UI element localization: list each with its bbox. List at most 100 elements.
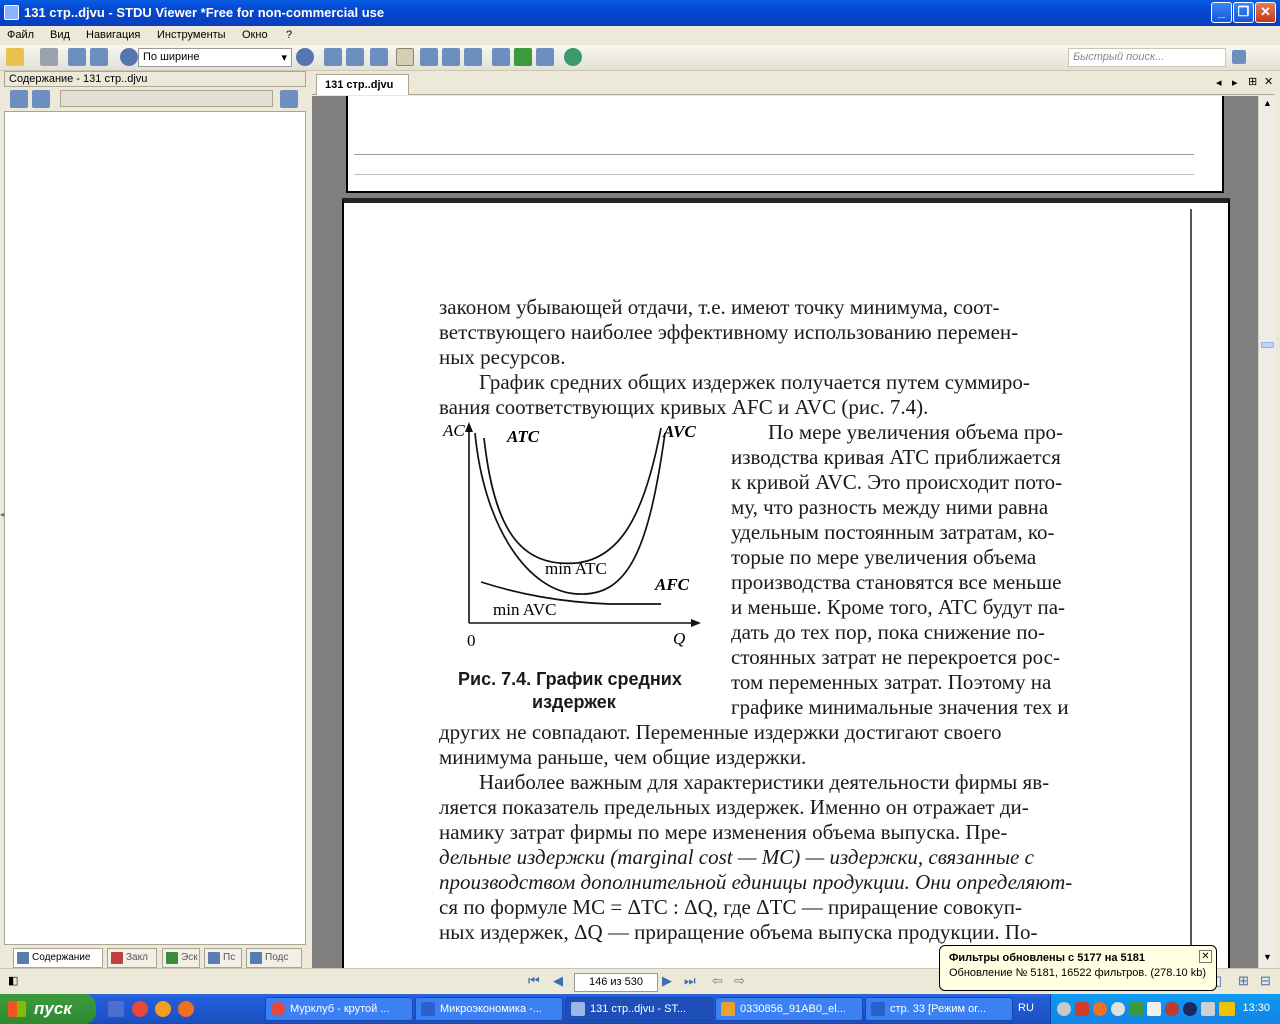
vertical-scrollbar[interactable]: ▲ ▼: [1258, 96, 1276, 968]
open-folder-icon[interactable]: [6, 48, 24, 66]
search-go-icon[interactable]: [1232, 50, 1246, 64]
expand-icon[interactable]: [10, 90, 28, 108]
image-select-icon[interactable]: [442, 48, 460, 66]
zoom-select[interactable]: По ширине ▾: [138, 48, 292, 67]
tab-notes[interactable]: Подс: [246, 948, 302, 968]
continuous-view-icon[interactable]: ⊞: [1238, 973, 1249, 989]
zoom-out-icon[interactable]: [120, 48, 138, 66]
quicklaunch-icon[interactable]: [155, 1001, 171, 1017]
tray-icon[interactable]: [1201, 1002, 1215, 1016]
contents-search-input[interactable]: [60, 90, 273, 107]
notification-title: Фильтры обновлены с 5177 на 5181: [949, 952, 1146, 964]
text-line: дать до тех пор, пока снижение по-: [731, 620, 1045, 644]
first-page-icon[interactable]: ⏮: [528, 973, 540, 989]
menu-view[interactable]: Вид: [50, 29, 70, 41]
text-line: изводства кривая ATC приближается: [731, 445, 1061, 469]
tab-document[interactable]: 131 стр..djvu: [316, 74, 409, 95]
contents-panel[interactable]: [4, 111, 306, 945]
quicklaunch-icon[interactable]: [108, 1001, 124, 1017]
tab-scroll-right-icon[interactable]: ▸: [1232, 76, 1238, 89]
tab-contents[interactable]: Содержание: [13, 948, 103, 968]
forward-icon[interactable]: ⇨: [734, 973, 745, 989]
scrollbar-thumb[interactable]: [1261, 342, 1274, 348]
tray-icon[interactable]: [1165, 1002, 1179, 1016]
tray-icon[interactable]: [1129, 1002, 1143, 1016]
collapse-icon[interactable]: [32, 90, 50, 108]
text-line: том переменных затрат. Поэтому на: [731, 670, 1052, 694]
tray-notification[interactable]: ✕ Фильтры обновлены с 5177 на 5181 Обнов…: [939, 945, 1217, 991]
prev-page-icon[interactable]: ◀: [553, 973, 563, 989]
scroll-down-icon[interactable]: ▼: [1263, 952, 1272, 962]
quicklaunch-icon[interactable]: [178, 1001, 194, 1017]
splitter-arrow-icon[interactable]: ◂: [0, 510, 4, 530]
menu-help[interactable]: ?: [286, 29, 292, 41]
toggle-panel-icon[interactable]: ◧: [8, 974, 18, 987]
text-select-icon[interactable]: [420, 48, 438, 66]
back-icon[interactable]: ⇦: [712, 973, 723, 989]
taskbar-item[interactable]: 0330856_91AB0_el...: [715, 997, 863, 1021]
clock[interactable]: 13:30: [1242, 1002, 1270, 1014]
min-atc-label: min ATC: [545, 559, 607, 578]
print-icon[interactable]: [40, 48, 58, 66]
menu-tools[interactable]: Инструменты: [157, 29, 226, 41]
facing-view-icon[interactable]: ⊟: [1260, 973, 1271, 989]
taskbar-item[interactable]: стр. 33 [Режим ог...: [865, 997, 1013, 1021]
tray-icon[interactable]: [1219, 1002, 1235, 1016]
taskbar-item[interactable]: Микроэкономика -...: [415, 997, 563, 1021]
find-icon[interactable]: [492, 48, 510, 66]
binoculars-icon[interactable]: [280, 90, 298, 108]
tray-icon[interactable]: [1075, 1002, 1089, 1016]
language-indicator[interactable]: RU: [1018, 1002, 1034, 1014]
contents-icon: [17, 952, 29, 964]
tray-icon[interactable]: [1147, 1002, 1161, 1016]
copy-page-icon[interactable]: [68, 48, 86, 66]
fit-width-icon[interactable]: [346, 48, 364, 66]
fit-height-icon[interactable]: [370, 48, 388, 66]
page-number-field[interactable]: 146 из 530: [574, 973, 658, 992]
find-next-icon[interactable]: [514, 48, 532, 66]
tray-icon[interactable]: [1111, 1002, 1125, 1016]
tab-scroll-left-icon[interactable]: ◂: [1216, 76, 1222, 89]
app-icon[interactable]: [4, 5, 19, 20]
previous-page: [346, 96, 1224, 193]
export-icon[interactable]: [90, 48, 108, 66]
hand-tool-icon[interactable]: [396, 48, 414, 66]
tab-search[interactable]: Пс: [204, 948, 242, 968]
taskbar-item[interactable]: Мурклуб - крутой ...: [265, 997, 413, 1021]
snapshot-icon[interactable]: [464, 48, 482, 66]
close-button[interactable]: ✕: [1255, 2, 1276, 23]
menu-window[interactable]: Окно: [242, 29, 268, 41]
document-view[interactable]: законом убывающей отдачи, т.е. имеют точ…: [312, 96, 1258, 968]
tray-icon[interactable]: [1057, 1002, 1071, 1016]
text-line: производства становятся все меньше: [731, 570, 1062, 594]
next-page-icon[interactable]: ▶: [662, 973, 672, 989]
tab-close-icon[interactable]: ✕: [1264, 75, 1273, 88]
minimize-button[interactable]: _: [1211, 2, 1232, 23]
tab-bookmarks[interactable]: Закл: [107, 948, 157, 968]
find-prev-icon[interactable]: [536, 48, 554, 66]
tray-icon[interactable]: [1093, 1002, 1107, 1016]
zoom-in-icon[interactable]: [296, 48, 314, 66]
menu-file[interactable]: Файл: [7, 29, 34, 41]
start-button[interactable]: пуск: [0, 994, 96, 1024]
scroll-up-icon[interactable]: ▲: [1263, 98, 1272, 108]
menu-bar: Файл Вид Навигация Инструменты Окно ?: [0, 26, 1280, 45]
stdu-viewer-icon: [571, 1002, 585, 1016]
atc-label: ATC: [506, 427, 540, 446]
taskbar-item[interactable]: 131 стр..djvu - ST...: [565, 997, 713, 1021]
close-icon[interactable]: ✕: [1199, 950, 1212, 963]
text-line: к кривой AVC. Это происходит пото-: [731, 470, 1063, 494]
binoculars-icon: [208, 952, 220, 964]
quick-search-input[interactable]: Быстрый поиск...: [1068, 48, 1226, 67]
menu-navigation[interactable]: Навигация: [86, 29, 140, 41]
chrome-icon[interactable]: [132, 1001, 148, 1017]
fit-page-icon[interactable]: [324, 48, 342, 66]
last-page-icon[interactable]: ⏭: [684, 973, 696, 989]
min-avc-label: min AVC: [493, 600, 556, 619]
maximize-button[interactable]: ❐: [1233, 2, 1254, 23]
tab-thumbnails[interactable]: Эск: [162, 948, 200, 968]
tab-list-icon[interactable]: ⊞: [1248, 75, 1257, 88]
text-line: Наиболее важным для характеристики деяте…: [479, 770, 1050, 794]
globe-icon[interactable]: [564, 48, 582, 66]
tray-icon[interactable]: [1183, 1002, 1197, 1016]
